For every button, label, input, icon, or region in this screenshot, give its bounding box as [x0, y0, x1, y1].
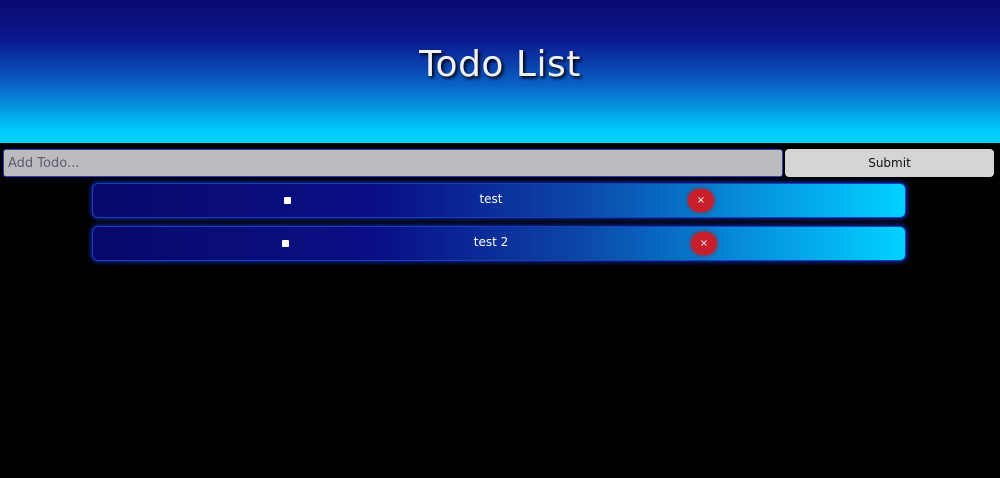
todo-text: test 2 [473, 235, 509, 249]
todo-form: Submit [0, 143, 1000, 180]
todo-text: test [479, 192, 503, 206]
submit-button[interactable]: Submit [785, 149, 994, 177]
todo-item: test × [92, 183, 906, 218]
header: Todo List [0, 0, 1000, 143]
complete-checkbox[interactable] [284, 197, 291, 204]
delete-button[interactable]: × [691, 232, 717, 255]
delete-button[interactable]: × [688, 189, 714, 212]
page-title: Todo List [419, 44, 581, 85]
todo-input[interactable] [3, 149, 783, 177]
complete-checkbox[interactable] [282, 240, 289, 247]
todo-item: test 2 × [92, 226, 906, 261]
